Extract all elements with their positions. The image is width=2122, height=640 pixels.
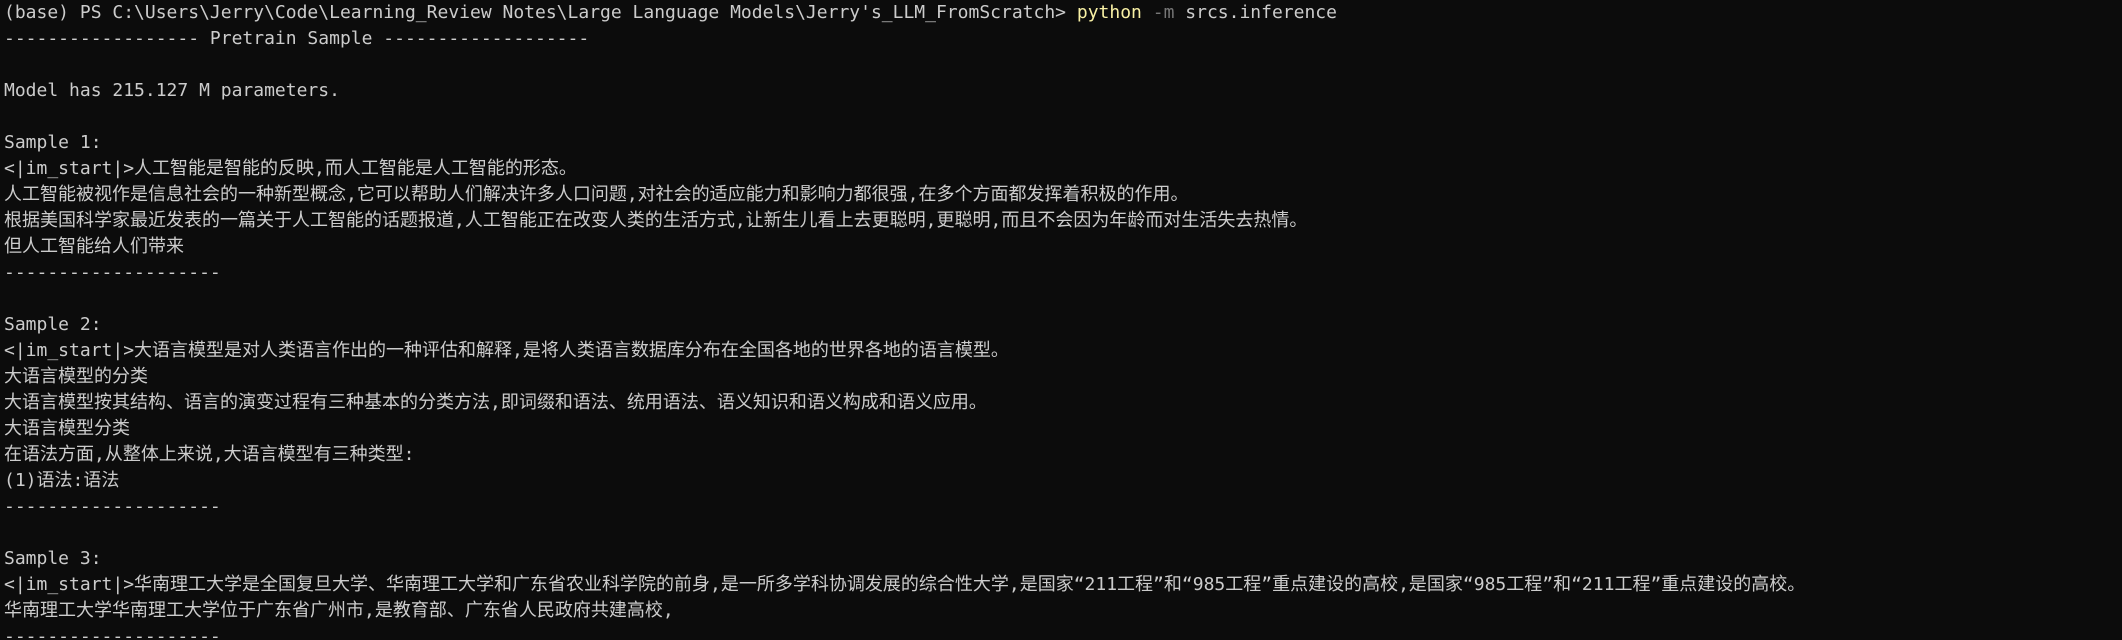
output-line: -------------------- bbox=[4, 496, 221, 517]
output-line: 大语言模型分类 bbox=[4, 418, 130, 439]
output-line: -------------------- bbox=[4, 262, 221, 283]
output-line: Model has 215.127 M parameters. bbox=[4, 80, 340, 101]
output-line: 根据美国科学家最近发表的一篇关于人工智能的话题报道,人工智能正在改变人类的生活方… bbox=[4, 210, 1308, 231]
output-line: (1)语法:语法 bbox=[4, 470, 120, 491]
output-line: Sample 1: bbox=[4, 132, 102, 153]
output-line: <|im_start|>华南理工大学是全国复旦大学、华南理工大学和广东省农业科学… bbox=[4, 574, 1806, 595]
output-line: Sample 2: bbox=[4, 314, 102, 335]
output-line: 大语言模型按其结构、语言的演变过程有三种基本的分类方法,即词缀和语法、统用语法、… bbox=[4, 392, 987, 413]
output-line: 人工智能被视作是信息社会的一种新型概念,它可以帮助人们解决许多人口问题,对社会的… bbox=[4, 184, 1189, 205]
output-line: <|im_start|>人工智能是智能的反映,而人工智能是人工智能的形态。 bbox=[4, 158, 577, 179]
output-line: 华南理工大学华南理工大学位于广东省广州市,是教育部、广东省人民政府共建高校, bbox=[4, 600, 674, 621]
output-line: -------------------- bbox=[4, 626, 221, 640]
output-line: ------------------ Pretrain Sample -----… bbox=[4, 28, 590, 49]
command-flag: -m bbox=[1152, 2, 1175, 23]
shell-prompt: (base) PS C:\Users\Jerry\Code\Learning_R… bbox=[4, 2, 1077, 23]
output-line: 在语法方面,从整体上来说,大语言模型有三种类型: bbox=[4, 444, 415, 465]
output-line: 但人工智能给人们带来 bbox=[4, 236, 184, 257]
command-argument: srcs.inference bbox=[1185, 2, 1337, 23]
output-line: <|im_start|>大语言模型是对人类语言作出的一种评估和解释,是将人类语言… bbox=[4, 340, 1009, 361]
terminal-window[interactable]: (base) PS C:\Users\Jerry\Code\Learning_R… bbox=[0, 0, 2122, 640]
output-line: Sample 3: bbox=[4, 548, 102, 569]
output-line: 大语言模型的分类 bbox=[4, 366, 148, 387]
command-executable: python bbox=[1076, 2, 1142, 23]
command-line: (base) PS C:\Users\Jerry\Code\Learning_R… bbox=[4, 0, 2122, 26]
